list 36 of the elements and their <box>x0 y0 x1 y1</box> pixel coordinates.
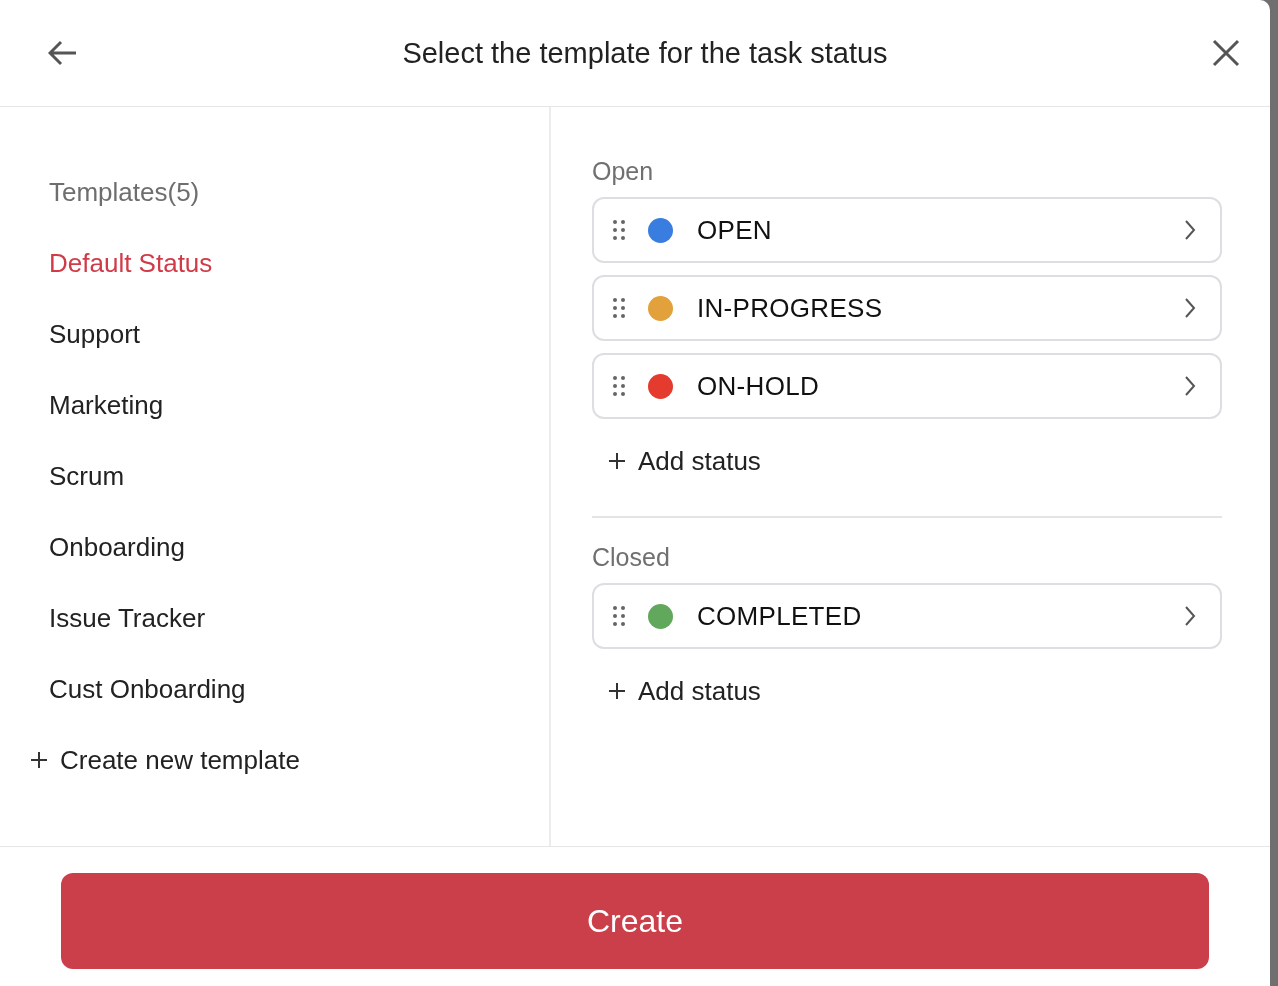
plus-icon <box>608 452 626 470</box>
drag-handle-icon[interactable] <box>612 375 626 397</box>
drag-handle-icon[interactable] <box>612 219 626 241</box>
plus-icon <box>30 751 48 769</box>
template-item[interactable]: Marketing <box>0 390 164 461</box>
chevron-right-icon <box>1184 375 1196 397</box>
status-row[interactable]: ON-HOLD <box>592 353 1222 419</box>
template-item[interactable]: Default Status <box>0 248 213 319</box>
template-item[interactable]: Scrum <box>0 461 125 532</box>
dialog-title: Select the template for the task status <box>402 36 888 70</box>
chevron-right-icon <box>1184 297 1196 319</box>
create-button[interactable]: Create <box>61 873 1209 969</box>
plus-icon <box>608 682 626 700</box>
chevron-right-icon <box>1184 219 1196 241</box>
template-item[interactable]: Onboarding <box>0 532 185 603</box>
status-row[interactable]: COMPLETED <box>592 583 1222 649</box>
template-item[interactable]: Support <box>0 319 141 390</box>
group-label: Closed <box>592 543 671 572</box>
add-status-button[interactable]: Add status <box>592 441 761 481</box>
template-item[interactable]: Cust Onboarding <box>0 674 246 745</box>
status-row[interactable]: OPEN <box>592 197 1222 263</box>
templates-heading: Templates(5) <box>48 177 201 209</box>
drag-handle-icon[interactable] <box>612 605 626 627</box>
status-name: ON-HOLD <box>697 370 820 402</box>
add-status-button[interactable]: Add status <box>592 671 761 711</box>
group-label: Open <box>592 157 655 186</box>
back-button[interactable] <box>48 40 78 66</box>
create-template-link[interactable]: Create new template <box>0 745 300 775</box>
status-name: IN-PROGRESS <box>697 292 884 324</box>
drag-handle-icon[interactable] <box>612 297 626 319</box>
status-row[interactable]: IN-PROGRESS <box>592 275 1222 341</box>
chevron-right-icon <box>1184 605 1196 627</box>
close-button[interactable] <box>1212 39 1240 67</box>
status-name: COMPLETED <box>697 600 863 632</box>
status-name: OPEN <box>697 214 773 246</box>
template-item[interactable]: Issue Tracker <box>0 603 206 674</box>
